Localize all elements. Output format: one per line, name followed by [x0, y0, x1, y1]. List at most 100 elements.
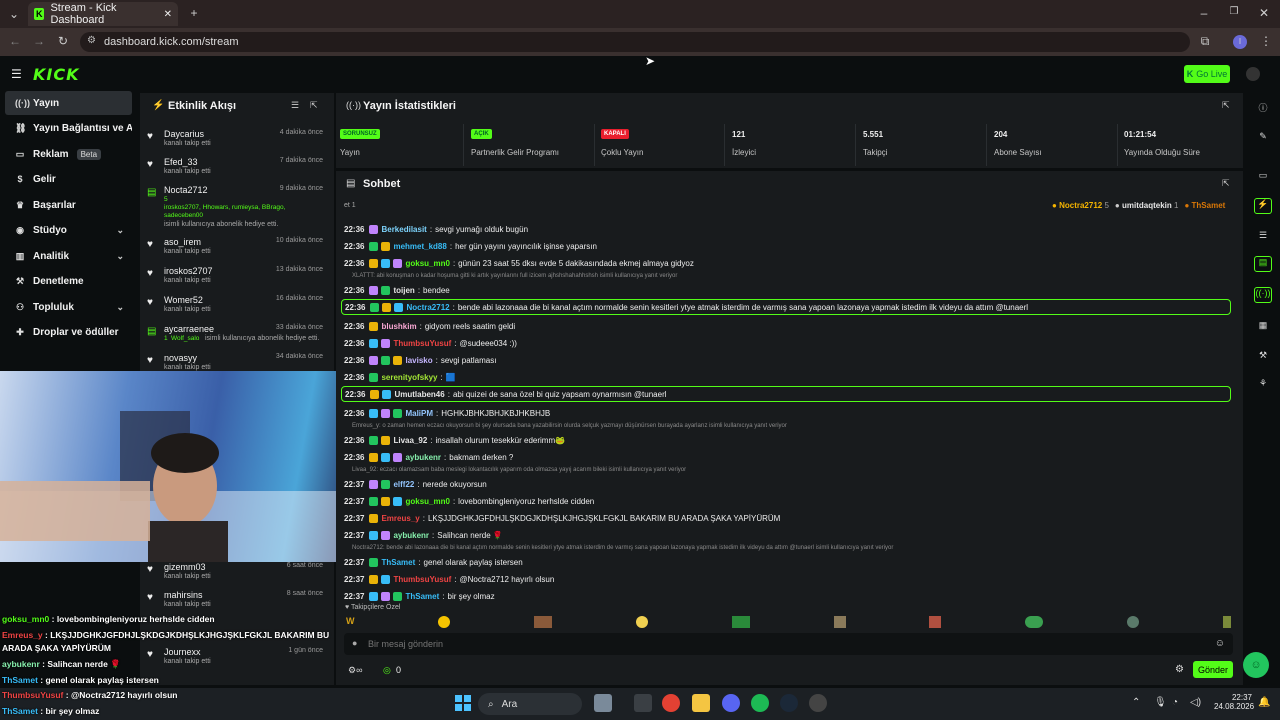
- chat-message[interactable]: 22:36 mehmet_kd88: her gün yayını yayıncıl…: [344, 238, 1234, 254]
- new-tab-icon[interactable]: +: [186, 6, 202, 20]
- chat-message[interactable]: 22:36 ThumbsuYusuf: @sudeee034 :)): [344, 335, 1234, 351]
- discord-icon[interactable]: [722, 694, 740, 712]
- file-explorer-icon[interactable]: [692, 694, 710, 712]
- user-avatar[interactable]: [1246, 67, 1260, 81]
- share-icon[interactable]: ⚘: [1256, 378, 1270, 389]
- site-info-icon[interactable]: ⚙: [87, 35, 96, 46]
- sidebar-item-stream-key[interactable]: ⛓ Yayın Bağlantısı ve Anahtarı: [5, 116, 132, 140]
- message-username[interactable]: Livaa_92: [393, 436, 427, 445]
- chat-message[interactable]: 22:36 Noctra2712: bende abi lazonaaa die b…: [341, 299, 1231, 315]
- message-username[interactable]: ThumbsuYusuf: [393, 339, 451, 348]
- activity-user[interactable]: aycarraenee: [164, 324, 214, 334]
- message-username[interactable]: goksu_mn0: [405, 497, 449, 506]
- top-gifter[interactable]: ● umitdaqtekin 1: [1115, 201, 1179, 210]
- layout-icon[interactable]: ▭: [1256, 170, 1270, 181]
- steam-icon[interactable]: [780, 694, 798, 712]
- network-icon[interactable]: ◔: [1172, 697, 1178, 708]
- clock[interactable]: 22:37 24.08.2026: [1214, 693, 1254, 711]
- chat-message[interactable]: 22:36 serenityofskyy: 🟦: [344, 369, 1234, 385]
- reload-icon[interactable]: ↻: [55, 34, 71, 48]
- taskbar-search[interactable]: ⌕ Ara: [478, 693, 582, 715]
- activity-user[interactable]: mahirsins: [164, 590, 203, 600]
- volume-icon[interactable]: ◁): [1190, 697, 1201, 708]
- hamburger-menu-icon[interactable]: ☰: [11, 67, 22, 81]
- emote-icon[interactable]: [534, 616, 553, 628]
- chat-message[interactable]: 22:36 Livaa_92: insallah olurum tesekkür e…: [344, 432, 1234, 448]
- sidebar-item-basarilar[interactable]: ♛ Başarılar: [5, 193, 132, 217]
- chat-message[interactable]: 22:36 toijen: bendee: [344, 282, 1234, 298]
- info-icon[interactable]: ⓘ: [1256, 101, 1270, 114]
- chat-input[interactable]: ● ☺: [344, 633, 1233, 655]
- emote-icon[interactable]: [1025, 616, 1044, 628]
- activity-user[interactable]: Efed_33: [164, 157, 198, 167]
- address-bar[interactable]: ⚙ dashboard.kick.com/stream: [80, 32, 1190, 52]
- activity-user[interactable]: Nocta2712: [164, 185, 208, 195]
- message-username[interactable]: MaliPM: [405, 409, 433, 418]
- profile-avatar[interactable]: I: [1233, 35, 1247, 49]
- chat-message[interactable]: 22:37 Emreus_y: LKŞJJDGHKJGFDHJLŞKDGJKDHŞL…: [344, 510, 1234, 526]
- chat-message[interactable]: 22:37 elff22: nerede okuyorsun: [344, 476, 1234, 492]
- chat-message[interactable]: 22:36 MaliPM: HGHKJBHKJBHJKBJHKBHJB: [344, 405, 1234, 421]
- sidebar-item-denetleme[interactable]: ⚒ Denetleme: [5, 269, 132, 293]
- extensions-icon[interactable]: ⧉: [1197, 34, 1213, 49]
- tray-chevron-icon[interactable]: ⌃: [1132, 697, 1140, 708]
- message-username[interactable]: elff22: [393, 480, 414, 489]
- browser-menu-icon[interactable]: ⋮: [1258, 34, 1274, 48]
- message-username[interactable]: serenityofskyy: [381, 373, 437, 382]
- edit-icon[interactable]: ✎: [1256, 131, 1270, 142]
- popout-icon[interactable]: ⇱: [1222, 100, 1230, 111]
- wrench-icon[interactable]: ⚒: [1256, 350, 1270, 361]
- emote-icon[interactable]: [438, 616, 451, 628]
- activity-user[interactable]: gizemm03: [164, 562, 206, 572]
- popout-icon[interactable]: ⇱: [1222, 178, 1230, 189]
- chat-message[interactable]: 22:37 ThSamet: bir şey olmaz: [344, 588, 1234, 604]
- popout-icon[interactable]: ⇱: [310, 100, 318, 111]
- activity-user[interactable]: Journexx: [164, 647, 201, 657]
- activity-user[interactable]: novasyy: [164, 353, 197, 363]
- assistant-fab-icon[interactable]: ☺: [1243, 652, 1269, 678]
- chrome-icon[interactable]: [662, 694, 680, 712]
- forward-icon[interactable]: →: [31, 34, 47, 48]
- emote-icon[interactable]: [929, 616, 942, 628]
- activity-toggle-icon[interactable]: ⚡: [1254, 198, 1272, 214]
- chat-message[interactable]: 22:37 aybukenr: Salihcan nerde 🌹: [344, 527, 1234, 543]
- emoji-icon[interactable]: ☺: [1215, 638, 1225, 649]
- message-username[interactable]: ThSamet: [381, 558, 415, 567]
- message-username[interactable]: Noctra2712: [406, 303, 449, 312]
- mic-icon[interactable]: 🎙: [1154, 697, 1167, 708]
- message-username[interactable]: lavisko: [405, 356, 432, 365]
- chat-text-field[interactable]: [368, 637, 1188, 651]
- task-view-icon[interactable]: [634, 694, 652, 712]
- emote-icon[interactable]: [833, 616, 846, 628]
- list-icon[interactable]: ☰: [1256, 230, 1270, 241]
- sidebar-item-gelir[interactable]: $ Gelir: [5, 167, 132, 191]
- store-icon[interactable]: ▦: [1256, 320, 1270, 331]
- chat-message[interactable]: 22:37 goksu_mn0: lovebombingleniyoruz herh…: [344, 493, 1234, 509]
- chat-message[interactable]: 22:36 lavisko: sevgi patlaması: [344, 352, 1234, 368]
- chat-message[interactable]: 22:37 ThumbsuYusuf: @Noctra2712 hayırlı ol…: [344, 571, 1234, 587]
- activity-user[interactable]: Daycarius: [164, 129, 204, 139]
- chat-message[interactable]: 22:37 ThSamet: genel olarak paylaş isterse…: [344, 554, 1234, 570]
- sidebar-item-analitik[interactable]: ▥ Analitik ⌄: [5, 244, 132, 268]
- message-username[interactable]: aybukenr: [393, 531, 429, 540]
- chat-message[interactable]: 22:36 blushkim: gidyom reels saatim geldi: [344, 318, 1234, 334]
- minimize-icon[interactable]: –: [1196, 6, 1212, 20]
- emote-icon[interactable]: [635, 616, 648, 628]
- message-username[interactable]: mehmet_kd88: [393, 242, 446, 251]
- close-tab-icon[interactable]: ✕: [164, 9, 172, 20]
- chat-toggle-icon[interactable]: ▤: [1254, 256, 1272, 272]
- activity-user[interactable]: Womer52: [164, 295, 203, 305]
- kick-logo[interactable]: KICK: [33, 65, 80, 84]
- message-username[interactable]: blushkim: [381, 322, 416, 331]
- chat-settings-icon[interactable]: ⚙: [1175, 664, 1184, 675]
- spotify-icon[interactable]: [751, 694, 769, 712]
- emote-icon[interactable]: [1127, 616, 1140, 628]
- windows-start-icon[interactable]: [454, 694, 472, 712]
- notification-icon[interactable]: 🔔: [1258, 697, 1270, 708]
- sidebar-item-droplar[interactable]: ✚ Droplar ve ödüller: [5, 320, 132, 344]
- message-username[interactable]: Berkedilasit: [381, 225, 426, 234]
- message-username[interactable]: aybukenr: [405, 453, 441, 462]
- top-gifter[interactable]: ● ThSamet: [1184, 201, 1225, 210]
- sidebar-item-topluluk[interactable]: ⚇ Topluluk ⌄: [5, 295, 132, 319]
- chat-message[interactable]: 22:36 aybukenr: bakmam derken ?: [344, 449, 1234, 465]
